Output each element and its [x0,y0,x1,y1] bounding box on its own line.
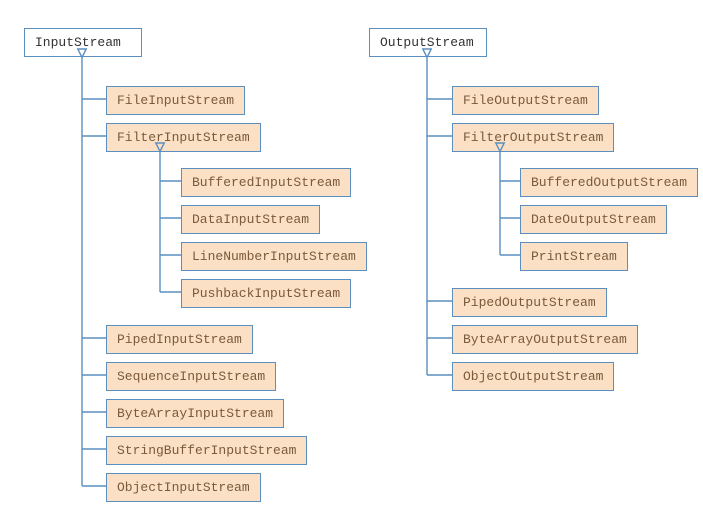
filterinputstream: FilterInputStream [106,123,261,152]
objectoutputstream: ObjectOutputStream [452,362,614,391]
pipedinputstream: PipedInputStream [106,325,253,354]
pushbackinputstream: PushbackInputStream [181,279,351,308]
datainputstream: DataInputStream [181,205,320,234]
filteroutputstream: FilterOutputStream [452,123,614,152]
stringbufferinputstream: StringBufferInputStream [106,436,307,465]
outputstream-root: OutputStream [369,28,487,57]
bytearrayinputstream: ByteArrayInputStream [106,399,284,428]
dateoutputstream: DateOutputStream [520,205,667,234]
bufferedoutputstream: BufferedOutputStream [520,168,698,197]
bytearrayoutputstream: ByteArrayOutputStream [452,325,638,354]
bufferedinputstream: BufferedInputStream [181,168,351,197]
linenumberinputstream: LineNumberInputStream [181,242,367,271]
sequenceinputstream: SequenceInputStream [106,362,276,391]
fileoutputstream: FileOutputStream [452,86,599,115]
fileinputstream: FileInputStream [106,86,245,115]
pipedoutputstream: PipedOutputStream [452,288,607,317]
printstream: PrintStream [520,242,628,271]
inputstream-root: InputStream [24,28,142,57]
objectinputstream: ObjectInputStream [106,473,261,502]
